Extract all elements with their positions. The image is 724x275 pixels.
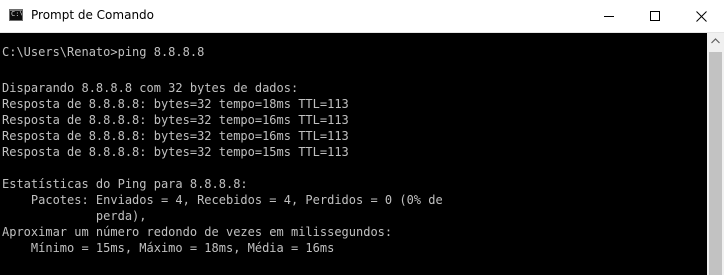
console-line: Pacotes: Enviados = 4, Recebidos = 4, Pe… <box>2 193 443 207</box>
maximize-icon <box>650 11 660 21</box>
title-bar[interactable]: C:\ Prompt de Comando <box>0 0 724 33</box>
cmd-icon[interactable]: C:\ <box>9 9 23 21</box>
console-line: Mínimo = 15ms, Máximo = 18ms, Média = 16… <box>2 241 335 255</box>
console-line: Estatísticas do Ping para 8.8.8.8: <box>2 177 248 191</box>
scroll-up-arrow-icon <box>711 38 720 44</box>
scrollbar-thumb[interactable] <box>709 52 722 275</box>
minimize-icon <box>604 16 614 17</box>
console-line: Aproximar um número redondo de vezes em … <box>2 225 393 239</box>
window-title: Prompt de Comando <box>31 8 155 22</box>
console-line: perda), <box>2 209 147 223</box>
cmd-icon-text: C:\ <box>11 10 23 18</box>
console-output[interactable]: C:\Users\Renato>ping 8.8.8.8 Disparando … <box>0 33 707 275</box>
console-line: Disparando 8.8.8.8 com 32 bytes de dados… <box>2 81 299 95</box>
close-icon <box>696 11 707 22</box>
minimize-button[interactable] <box>586 0 632 32</box>
maximize-button[interactable] <box>632 0 678 32</box>
console-line: Resposta de 8.8.8.8: bytes=32 tempo=15ms… <box>2 145 349 159</box>
command-prompt-window: C:\ Prompt de Comando C:\Users\Renato>pi… <box>0 0 724 275</box>
scroll-up-button[interactable] <box>707 33 724 50</box>
vertical-scrollbar[interactable] <box>707 33 724 275</box>
console-line: Resposta de 8.8.8.8: bytes=32 tempo=16ms… <box>2 113 349 127</box>
console-line: Resposta de 8.8.8.8: bytes=32 tempo=18ms… <box>2 97 349 111</box>
close-button[interactable] <box>678 0 724 32</box>
console-line: Resposta de 8.8.8.8: bytes=32 tempo=16ms… <box>2 129 349 143</box>
console-line: C:\Users\Renato>ping 8.8.8.8 <box>2 45 205 59</box>
